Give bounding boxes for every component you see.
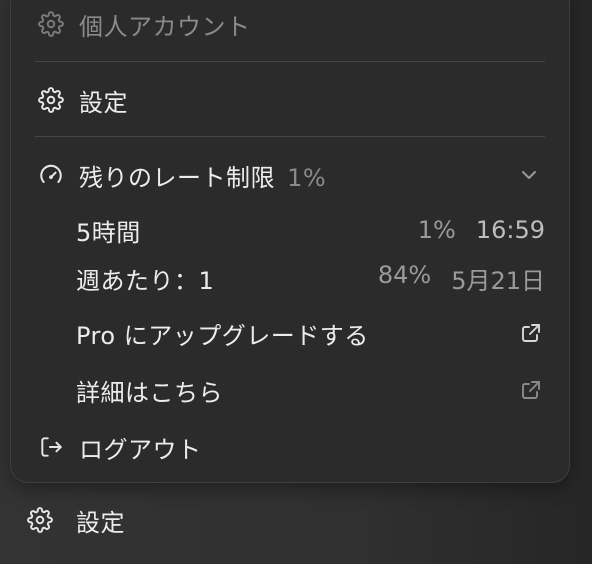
rate-limit-row-label: 5時間	[76, 218, 141, 247]
app-background: 個人アカウント 設定 残りのレート制限 1% 5時間 1% 16:59 週あたり…	[0, 0, 592, 564]
rate-limit-title: 残りのレート制限 1%	[79, 158, 326, 193]
chevron-down-icon[interactable]	[517, 163, 541, 187]
gear-icon	[37, 86, 65, 114]
menu-item-personal-account[interactable]: 個人アカウント	[11, 4, 569, 44]
rate-limit-label: 残りのレート制限	[79, 163, 275, 192]
menu-item-upgrade-pro[interactable]: Pro にアップグレードする	[11, 313, 569, 353]
menu-item-label: 詳細はこちら	[76, 378, 223, 407]
account-menu: 個人アカウント 設定 残りのレート制限 1% 5時間 1% 16:59 週あたり…	[10, 0, 570, 483]
footer-settings-label: 設定	[76, 508, 125, 537]
rate-limit-row-percent: 84%	[377, 260, 432, 289]
rate-limit-percent: 1%	[287, 163, 327, 192]
rate-limit-row-reset: 5月21日	[451, 266, 545, 295]
rate-limit-row: 週あたり：1 84% 5月21日	[11, 258, 569, 298]
rate-limit-row-values: 1% 16:59	[418, 216, 545, 244]
external-link-icon	[519, 321, 543, 345]
menu-item-rate-limit[interactable]: 残りのレート制限 1%	[11, 155, 569, 195]
rate-limit-row-percent: 1%	[417, 216, 456, 244]
rate-limit-row-label: 週あたり：1	[76, 266, 215, 295]
divider	[35, 61, 545, 62]
menu-item-learn-more[interactable]: 詳細はこちら	[11, 370, 569, 410]
menu-item-label: ログアウト	[79, 435, 202, 464]
rate-limit-row-reset: 16:59	[475, 216, 545, 244]
footer-settings-button[interactable]: 設定	[0, 498, 592, 542]
divider	[35, 136, 545, 137]
menu-item-label: Pro にアップグレードする	[76, 321, 369, 350]
menu-item-label: 設定	[79, 88, 128, 117]
menu-item-label: 個人アカウント	[79, 12, 251, 41]
logout-icon	[37, 433, 65, 461]
menu-item-logout[interactable]: ログアウト	[11, 427, 569, 467]
rate-limit-row-values: 84% 5月21日	[378, 261, 545, 296]
gauge-icon	[37, 161, 65, 189]
gear-icon	[37, 10, 65, 38]
external-link-icon	[519, 378, 543, 402]
menu-item-settings[interactable]: 設定	[11, 80, 569, 120]
gear-icon	[26, 506, 54, 534]
rate-limit-row: 5時間 1% 16:59	[11, 210, 569, 250]
